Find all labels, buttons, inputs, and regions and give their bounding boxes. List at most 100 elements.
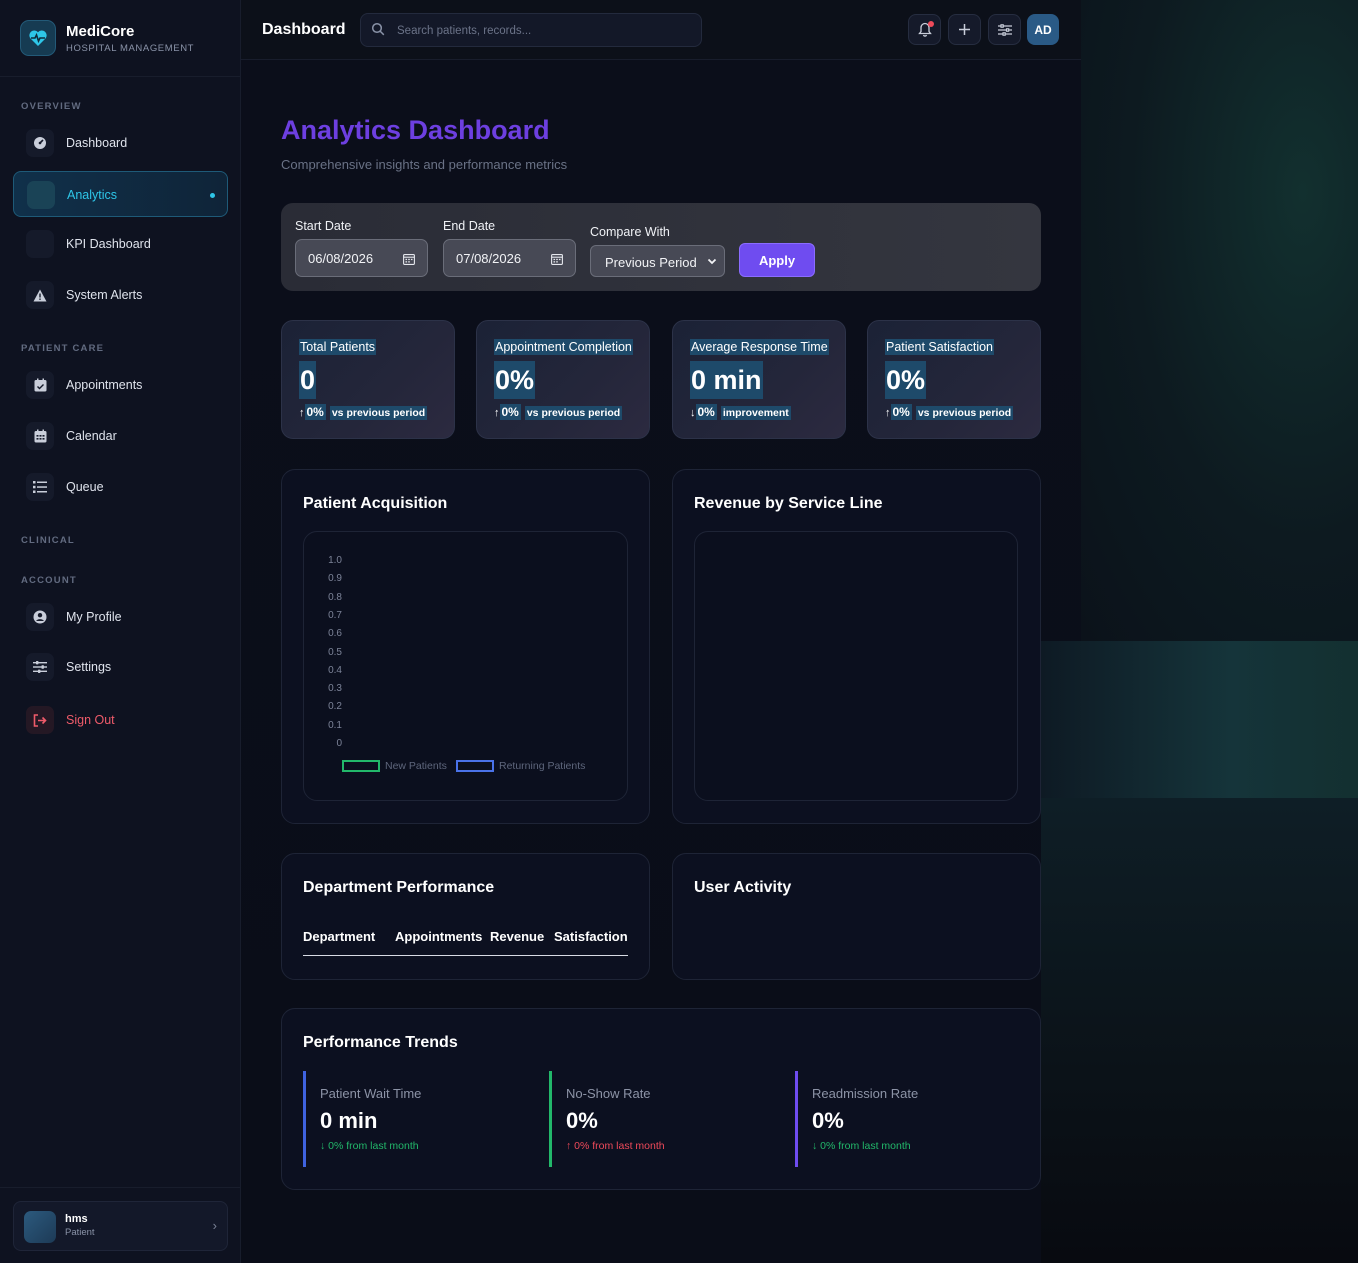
active-indicator [210, 193, 215, 198]
chevron-down-icon [706, 254, 718, 272]
background-panel [1081, 0, 1358, 641]
column-header-revenue: Revenue [490, 929, 545, 944]
sidebar-item-label: My Profile [66, 610, 122, 624]
sign-out-icon [26, 706, 54, 734]
sidebar-item-sign-out[interactable]: Sign Out [13, 697, 228, 743]
trend-change: ↑ 0% from last month [566, 1140, 665, 1152]
performance-trends-card: Performance Trends Patient Wait Time 0 m… [281, 1008, 1041, 1190]
list-ordered-icon [26, 473, 54, 501]
section-label-overview: OVERVIEW [21, 101, 82, 112]
sidebar-item-calendar[interactable]: Calendar [13, 413, 228, 459]
trend-label: No-Show Rate [566, 1086, 651, 1101]
y-tick-label: 0.6 [328, 628, 342, 640]
sidebar-item-queue[interactable]: Queue [13, 464, 228, 510]
user-activity-card: User Activity [672, 853, 1041, 980]
analytics-icon [27, 181, 55, 209]
end-date-label: End Date [443, 219, 496, 233]
y-tick-label: 0.2 [328, 701, 342, 713]
card-title: Department Performance [303, 879, 495, 896]
kpi-value: 0 [299, 361, 317, 399]
trend-value: 0% [566, 1108, 598, 1133]
trend-label: Readmission Rate [812, 1086, 919, 1101]
sidebar-item-label: Sign Out [66, 713, 115, 727]
y-tick-label: 0.8 [328, 591, 342, 603]
user-card[interactable]: hms Patient › [13, 1201, 228, 1251]
sidebar-item-label: KPI Dashboard [66, 237, 151, 251]
background-panel [1041, 798, 1358, 1263]
section-label-account: ACCOUNT [21, 575, 77, 586]
kpi-change-context: vs previous period [329, 406, 428, 420]
kpi-value: 0 min [690, 361, 763, 399]
kpi-change-context: vs previous period [524, 406, 623, 420]
kpi-change: ↑ 0% vs previous period [494, 404, 623, 420]
arrow-down-icon: ↓ [690, 407, 696, 419]
end-date-value: 07/08/2026 [456, 251, 522, 266]
compare-value: Previous Period [605, 255, 697, 270]
sidebar-item-label: Analytics [67, 188, 118, 202]
card-title: Patient Acquisition [303, 495, 448, 512]
y-tick-label: 0.3 [328, 683, 342, 695]
sidebar-item-label: Dashboard [66, 136, 128, 150]
sidebar-item-my-profile[interactable]: My Profile [13, 594, 228, 640]
sidebar-item-label: Calendar [66, 429, 117, 443]
arrow-up-icon: ↑ [885, 407, 891, 419]
sidebar-item-label: System Alerts [66, 288, 143, 302]
search-box[interactable] [360, 13, 702, 47]
end-date-input[interactable]: 07/08/2026 [443, 239, 576, 277]
y-tick-label: 0.1 [328, 719, 342, 731]
legend-swatch[interactable] [342, 760, 380, 772]
sidebar-item-dashboard[interactable]: Dashboard [13, 120, 228, 166]
kpi-label: Average Response Time [690, 339, 829, 355]
filter-settings-button[interactable] [988, 14, 1021, 45]
revenue-chart-area [694, 531, 1018, 801]
column-header-appointments: Appointments [395, 929, 483, 944]
column-header-department: Department [303, 929, 376, 944]
kpi-label: Total Patients [299, 339, 377, 355]
trend-accent-bar [795, 1071, 798, 1167]
kpi-change-percent: 0% [499, 404, 521, 420]
sidebar-footer: hms Patient › [0, 1187, 240, 1263]
calendar-icon[interactable] [551, 252, 563, 270]
sidebar-item-settings[interactable]: Settings [13, 644, 228, 690]
sidebar-item-analytics[interactable]: Analytics [13, 171, 228, 217]
y-tick-label: 0 [336, 738, 342, 749]
warning-icon [26, 281, 54, 309]
kpi-label: Appointment Completion [494, 339, 633, 355]
arrow-up-icon: ↑ [299, 407, 305, 419]
start-date-input[interactable]: 06/08/2026 [295, 239, 428, 277]
kpi-change-context: improvement [720, 406, 791, 420]
apply-button[interactable]: Apply [739, 243, 815, 277]
kpi-card-patient-satisfaction: Patient Satisfaction 0% ↑ 0% vs previous p… [867, 320, 1041, 439]
page-subtitle: Comprehensive insights and performance m… [281, 157, 568, 172]
topbar: Dashboard AD [241, 0, 1081, 60]
sidebar-item-label: Settings [66, 660, 112, 674]
sidebar-item-system-alerts[interactable]: System Alerts [13, 272, 228, 318]
sliders-icon [26, 653, 54, 681]
avatar [24, 1211, 56, 1243]
kpi-card-average-response-time: Average Response Time 0 min ↓ 0% improveme… [672, 320, 846, 439]
search-input[interactable] [397, 21, 687, 41]
patient-acquisition-chart: 1.0 0.9 0.8 0.7 0.6 0.5 0.4 0.3 0.2 0.1 0 New Pati… [303, 531, 628, 801]
trend-value: 0 min [320, 1108, 378, 1133]
sidebar-item-kpi-dashboard[interactable]: KPI Dashboard [13, 221, 228, 267]
calendar-icon [26, 422, 54, 450]
department-performance-card: Department Performance Department Appoin… [281, 853, 650, 980]
kpi-label: Patient Satisfaction [885, 339, 995, 355]
y-tick-label: 0.5 [328, 646, 342, 658]
user-avatar-button[interactable]: AD [1027, 14, 1059, 45]
calendar-icon[interactable] [403, 252, 415, 270]
page-header-title: Dashboard [262, 21, 346, 38]
compare-select[interactable]: Previous Period [590, 245, 725, 277]
table-divider [303, 955, 628, 956]
notifications-button[interactable] [908, 14, 941, 45]
brand: MediCore HOSPITAL MANAGEMENT [0, 0, 240, 77]
sidebar-item-label: Appointments [66, 378, 143, 392]
trend-label: Patient Wait Time [320, 1086, 422, 1101]
user-role: Patient [65, 1227, 95, 1238]
sidebar-item-appointments[interactable]: Appointments [13, 362, 228, 408]
add-button[interactable] [948, 14, 981, 45]
compare-label: Compare With [590, 225, 670, 239]
gauge-icon [26, 129, 54, 157]
legend-swatch[interactable] [456, 760, 494, 772]
kpi-change-percent: 0% [890, 404, 912, 420]
